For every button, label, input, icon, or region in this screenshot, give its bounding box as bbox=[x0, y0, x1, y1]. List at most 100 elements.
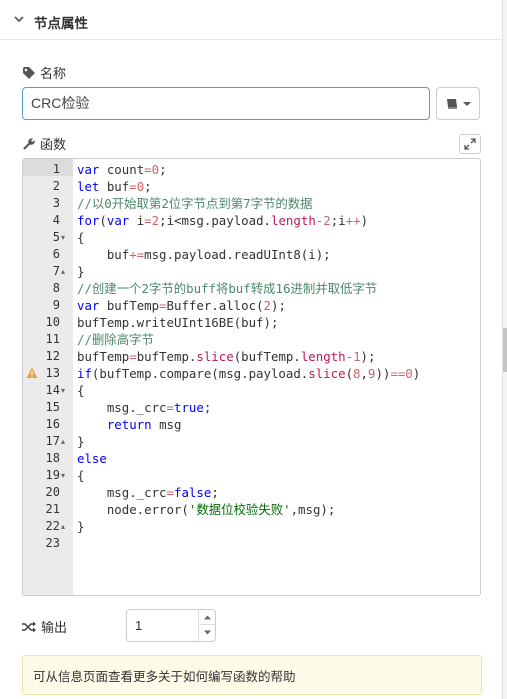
line-number: 5 bbox=[52, 230, 60, 244]
tag-icon bbox=[23, 66, 35, 79]
properties-panel-header[interactable]: 节点属性 bbox=[0, 0, 502, 40]
code-line[interactable]: let buf=0; bbox=[73, 178, 480, 195]
fold-toggle-icon[interactable]: ▾ bbox=[61, 467, 71, 484]
line-number: 19 bbox=[45, 468, 60, 482]
code-line-text: //创建一个2字节的buff将buf转成16进制并取低字节 bbox=[77, 281, 378, 296]
line-number: 4 bbox=[52, 213, 60, 227]
caret-down-icon bbox=[203, 630, 211, 635]
code-line[interactable]: for(var i=2;i<msg.payload.length-2;i++) bbox=[73, 212, 480, 229]
code-line[interactable] bbox=[73, 535, 480, 552]
code-line-text: return msg bbox=[106, 417, 182, 432]
code-line[interactable]: bufTemp.writeUInt16BE(buf); bbox=[73, 314, 480, 331]
code-line-text: for(var i=2;i<msg.payload.length-2;i++) bbox=[77, 213, 369, 228]
help-tip: 可从信息页面查看更多关于如何编写函数的帮助 bbox=[22, 655, 482, 695]
code-line-text: if(bufTemp.compare(msg.payload.slice(8,9… bbox=[77, 366, 421, 381]
fold-toggle-icon[interactable]: ▾ bbox=[61, 382, 71, 399]
code-line[interactable]: buf+=msg.payload.readUInt8(i); bbox=[73, 246, 480, 263]
code-line-text: { bbox=[77, 230, 85, 245]
line-number: 8 bbox=[52, 281, 60, 295]
line-number: 11 bbox=[45, 332, 60, 346]
code-line-text: //删除高字节 bbox=[77, 332, 154, 347]
code-line[interactable]: } bbox=[73, 518, 480, 535]
name-input[interactable]: CRC检验 bbox=[22, 87, 430, 120]
line-number: 2 bbox=[52, 179, 60, 193]
code-line[interactable]: //删除高字节 bbox=[73, 331, 480, 348]
line-number: 20 bbox=[45, 485, 60, 499]
line-number: 23 bbox=[45, 536, 60, 550]
line-number: 22 bbox=[45, 519, 60, 533]
line-number: 16 bbox=[45, 417, 60, 431]
code-line[interactable]: { bbox=[73, 229, 480, 246]
scrollbar-thumb[interactable] bbox=[503, 328, 507, 372]
code-line-text: { bbox=[77, 468, 85, 483]
code-line-text: var count=0; bbox=[77, 162, 167, 177]
panel-scrollbar[interactable] bbox=[502, 0, 507, 699]
code-line[interactable]: { bbox=[73, 382, 480, 399]
code-line-text: { bbox=[77, 383, 85, 398]
code-line-text: node.error('数据位校验失败',msg); bbox=[77, 502, 336, 517]
expand-icon bbox=[464, 138, 476, 150]
library-button[interactable] bbox=[436, 87, 480, 120]
outputs-spinner[interactable]: 1 bbox=[126, 609, 216, 642]
fold-toggle-icon[interactable]: ▴ bbox=[61, 263, 71, 280]
code-line[interactable]: return msg bbox=[73, 416, 480, 433]
code-line-text: let buf=0; bbox=[77, 179, 152, 194]
code-line[interactable]: var count=0; bbox=[73, 161, 480, 178]
line-number: 17 bbox=[45, 434, 60, 448]
code-line[interactable]: bufTemp=bufTemp.slice(bufTemp.length-1); bbox=[73, 348, 480, 365]
fold-toggle-icon[interactable]: ▴ bbox=[61, 518, 71, 535]
line-number: 21 bbox=[45, 502, 60, 516]
spinner-down-button[interactable] bbox=[199, 625, 215, 640]
name-label: 名称 bbox=[40, 67, 67, 82]
code-line[interactable]: node.error('数据位校验失败',msg); bbox=[73, 501, 480, 518]
fold-toggle-icon[interactable]: ▾ bbox=[61, 229, 71, 246]
code-line-text: buf+=msg.payload.readUInt8(i); bbox=[77, 247, 331, 262]
line-number: 6 bbox=[52, 247, 60, 261]
fold-toggle-icon[interactable]: ▴ bbox=[61, 433, 71, 450]
code-editor[interactable]: var count=0; let buf=0; //以0开始取第2位字节点到第7字节… bbox=[22, 158, 481, 596]
outputs-label-row: 输出 bbox=[22, 617, 67, 636]
shuffle-icon bbox=[22, 621, 36, 632]
code-line[interactable]: else bbox=[73, 450, 480, 467]
warning-icon[interactable] bbox=[26, 365, 38, 382]
code-line[interactable]: } bbox=[73, 263, 480, 280]
expand-editor-button[interactable] bbox=[459, 134, 481, 154]
code-area[interactable]: var count=0; let buf=0; //以0开始取第2位字节点到第7字节… bbox=[73, 159, 480, 595]
outputs-value[interactable]: 1 bbox=[135, 610, 142, 641]
code-line[interactable]: //创建一个2字节的buff将buf转成16进制并取低字节 bbox=[73, 280, 480, 297]
code-line-text: msg._crc=false; bbox=[77, 485, 219, 500]
line-number: 14 bbox=[45, 383, 60, 397]
line-number: 7 bbox=[52, 264, 60, 278]
code-line[interactable]: //以0开始取第2位字节点到第7字节的数据 bbox=[73, 195, 480, 212]
code-line-text: msg._crc=true; bbox=[77, 400, 212, 415]
code-line[interactable]: msg._crc=true; bbox=[73, 399, 480, 416]
spinner-up-button[interactable] bbox=[199, 610, 215, 625]
function-label-row: 函数 bbox=[22, 134, 66, 153]
caret-up-icon bbox=[203, 615, 211, 619]
line-number: 3 bbox=[52, 196, 60, 210]
code-line-text: } bbox=[77, 519, 85, 534]
code-line-text: var bufTemp=Buffer.alloc(2); bbox=[77, 298, 286, 313]
function-label: 函数 bbox=[40, 138, 67, 153]
line-number: 1 bbox=[52, 162, 60, 176]
name-label-row: 名称 bbox=[22, 63, 66, 82]
caret-down-icon bbox=[463, 101, 471, 106]
code-line-text: bufTemp=bufTemp.slice(bufTemp.length-1); bbox=[77, 349, 376, 364]
code-line[interactable]: { bbox=[73, 467, 480, 484]
wrench-icon bbox=[23, 137, 35, 150]
code-line-text: } bbox=[77, 434, 85, 449]
line-number: 18 bbox=[45, 451, 60, 465]
chevron-down-icon bbox=[14, 16, 24, 23]
line-number: 15 bbox=[45, 400, 60, 414]
panel-title: 节点属性 bbox=[34, 16, 88, 32]
code-line-text: else bbox=[77, 451, 107, 466]
code-line[interactable]: } bbox=[73, 433, 480, 450]
line-number: 9 bbox=[52, 298, 60, 312]
outputs-label: 输出 bbox=[41, 621, 68, 636]
code-line-text: //以0开始取第2位字节点到第7字节的数据 bbox=[77, 196, 313, 211]
code-line[interactable]: var bufTemp=Buffer.alloc(2); bbox=[73, 297, 480, 314]
code-line-text: } bbox=[77, 264, 85, 279]
code-line[interactable]: if(bufTemp.compare(msg.payload.slice(8,9… bbox=[73, 365, 480, 382]
code-line-text: bufTemp.writeUInt16BE(buf); bbox=[77, 315, 279, 330]
code-line[interactable]: msg._crc=false; bbox=[73, 484, 480, 501]
